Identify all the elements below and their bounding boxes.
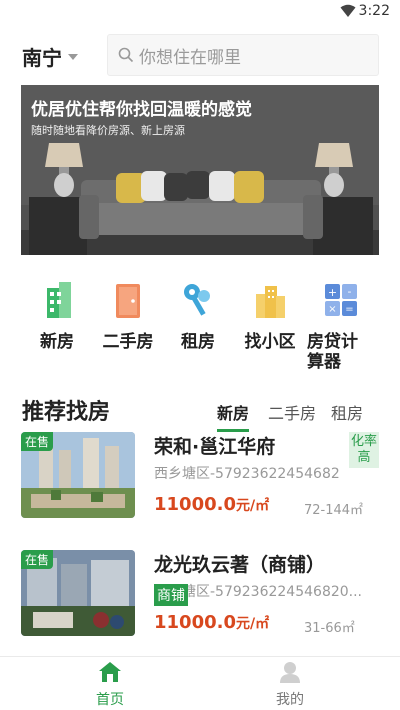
promo-banner[interactable]: 优居优住帮你找回温暖的感觉 随时随地看降价房源、新上房源 <box>21 85 379 255</box>
price-unit: 元/㎡ <box>235 498 270 514</box>
user-icon <box>280 662 300 683</box>
svg-text:×: × <box>328 304 336 315</box>
menu-label-rent: 租房 <box>181 332 215 352</box>
community-icon <box>256 286 285 318</box>
price-unit: 元/㎡ <box>235 616 270 632</box>
caret-down-icon <box>68 53 78 60</box>
search-icon <box>118 47 134 63</box>
price-value: 11000.0 <box>154 612 236 633</box>
recommend-section-header: 推荐找房 新房 二手房 租房 <box>0 392 400 432</box>
city-name: 南宁 <box>22 46 62 70</box>
bottom-tab-bar: 首页 我的 <box>0 656 400 710</box>
listing-name: 龙光玖云著（商铺） <box>154 554 326 576</box>
menu-label-second-hand: 二手房 <box>102 332 154 352</box>
status-time: 3:22 <box>358 3 390 19</box>
search-input[interactable]: 你想住在哪里 <box>107 34 379 76</box>
tabbar-mine[interactable]: 我的 <box>240 661 340 709</box>
menu-item-rent[interactable]: 租房 <box>163 280 233 352</box>
menu-item-new-house[interactable]: 新房 <box>22 280 92 352</box>
wifi-icon <box>340 4 356 17</box>
tabbar-label-mine: 我的 <box>276 692 304 708</box>
city-selector[interactable]: 南宁 <box>22 42 78 71</box>
listing-price: 11000.0元/㎡ <box>154 612 269 633</box>
price-value: 11000.0 <box>154 494 236 515</box>
svg-text:-: - <box>348 285 352 298</box>
door-icon <box>116 284 140 318</box>
listing-price: 11000.0元/㎡ <box>154 494 269 515</box>
banner-title: 优居优住帮你找回温暖的感觉 <box>31 100 252 120</box>
status-bar: 3:22 <box>0 0 400 24</box>
menu-label-new-house: 新房 <box>40 332 74 352</box>
listing-name: 荣和·邕江华府 <box>154 436 276 458</box>
calculator-icon: + - × = <box>325 284 357 316</box>
tab-rent[interactable]: 租房 <box>331 400 363 429</box>
listing-area: 72-144㎡ <box>304 503 364 518</box>
listing-card[interactable]: 在售 龙光玖云著（商铺） 西乡塘区-579236224546820... 商铺 … <box>21 550 381 645</box>
quick-menu: 新房 二手房 租房 找小区 + - × = 房贷计算器 <box>0 280 400 372</box>
listing-area: 31-66㎡ <box>304 621 355 636</box>
svg-text:=: = <box>345 304 353 315</box>
menu-item-community[interactable]: 找小区 <box>235 280 305 352</box>
section-title: 推荐找房 <box>22 400 111 425</box>
status-badge: 在售 <box>21 432 54 451</box>
listing-address: 西乡塘区-57923622454682 <box>154 466 340 482</box>
header: 南宁 你想住在哪里 <box>0 32 400 78</box>
search-placeholder: 你想住在哪里 <box>139 47 241 68</box>
home-icon <box>99 662 121 682</box>
menu-label-calculator: 房贷计算器 <box>307 332 358 372</box>
feature-tag: 化率高 <box>349 432 379 468</box>
new-house-icon <box>47 282 71 318</box>
banner-subtitle: 随时随地看降价房源、新上房源 <box>31 124 185 137</box>
tab-second-hand[interactable]: 二手房 <box>268 400 316 429</box>
svg-text:+: + <box>328 286 337 299</box>
menu-label-community: 找小区 <box>244 332 296 352</box>
menu-item-calculator[interactable]: + - × = 房贷计算器 <box>305 280 377 372</box>
tabbar-home[interactable]: 首页 <box>60 661 160 709</box>
listing-card[interactable]: 在售 荣和·邕江华府 西乡塘区-57923622454682 化率高 11000… <box>21 432 381 527</box>
status-badge: 在售 <box>21 550 54 569</box>
key-icon <box>184 284 210 316</box>
feature-tag: 商铺 <box>154 584 188 606</box>
tab-new-house[interactable]: 新房 <box>217 400 250 432</box>
tabbar-label-home: 首页 <box>96 692 124 708</box>
menu-item-second-hand[interactable]: 二手房 <box>93 280 163 352</box>
